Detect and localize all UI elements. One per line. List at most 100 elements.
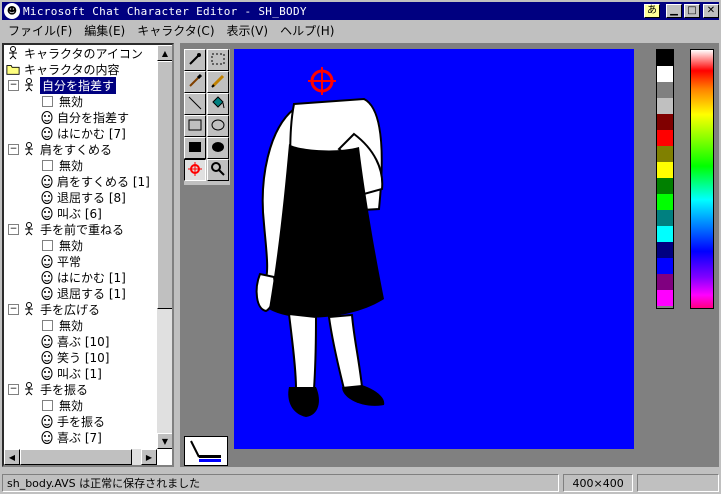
palette-swatch[interactable] — [657, 98, 673, 114]
collapse-icon[interactable]: − — [8, 303, 19, 315]
brush-icon — [187, 73, 203, 92]
body-figure-icon — [22, 302, 36, 316]
scroll-down-button[interactable]: ▼ — [157, 433, 172, 449]
palette-swatch[interactable] — [657, 146, 673, 162]
palette-swatch[interactable] — [657, 290, 673, 306]
palette-swatch[interactable] — [657, 194, 673, 210]
collapse-icon[interactable]: − — [8, 143, 19, 155]
tree-node[interactable]: 自分を指差す — [40, 109, 129, 125]
chat-face-icon[interactable]: ☻ — [4, 3, 20, 19]
tree-node[interactable]: キャラクタのアイコン — [6, 45, 143, 61]
scroll-up-button[interactable]: ▲ — [157, 45, 172, 61]
tree-node[interactable]: 退屈する [8] — [40, 189, 126, 205]
line-icon — [187, 95, 203, 114]
color-palette[interactable] — [656, 49, 674, 309]
tree-node[interactable]: 無効 — [40, 397, 83, 413]
tree-node[interactable]: はにかむ [7] — [40, 125, 126, 141]
line-tool[interactable] — [184, 93, 206, 115]
tree-node[interactable]: 退屈する [1] — [40, 285, 126, 301]
palette-swatch[interactable] — [657, 130, 673, 146]
drawing-canvas[interactable] — [234, 49, 634, 449]
scroll-left-button[interactable]: ◀ — [4, 449, 20, 465]
collapse-icon[interactable]: − — [8, 223, 19, 235]
checkbox-icon[interactable] — [42, 95, 53, 107]
palette-swatch[interactable] — [657, 178, 673, 194]
tree-node[interactable]: 無効 — [40, 157, 83, 173]
rect-tool[interactable] — [184, 115, 206, 137]
character-tree[interactable]: キャラクタのアイコン キャラクタの内容 − 自分を指差す 無効 自分を指差す はにかむ [7… — [2, 43, 174, 467]
tree-node[interactable]: 喜ぶ [7] — [40, 429, 102, 445]
tree-node[interactable]: はにかむ [1] — [40, 269, 126, 285]
face-icon — [40, 334, 53, 348]
collapse-icon[interactable]: − — [8, 383, 19, 395]
scroll-right-button[interactable]: ▶ — [141, 449, 157, 465]
vertical-scroll-thumb[interactable] — [157, 61, 172, 309]
tree-node[interactable]: 叫ぶ [6] — [40, 205, 102, 221]
horizontal-scroll-thumb[interactable] — [20, 449, 132, 465]
tree-node[interactable]: 無効 — [40, 93, 83, 109]
tree-node[interactable]: キャラクタの内容 — [6, 61, 120, 77]
collapse-icon[interactable]: − — [8, 79, 19, 91]
palette-swatch[interactable] — [657, 162, 673, 178]
checkbox-icon[interactable] — [42, 399, 53, 411]
palette-swatch[interactable] — [657, 66, 673, 82]
brush-tool[interactable] — [184, 71, 206, 93]
gradient-palette[interactable] — [690, 49, 714, 309]
zoom-tool[interactable] — [207, 159, 229, 181]
checkbox-icon[interactable] — [42, 159, 53, 171]
checkbox-icon[interactable] — [42, 319, 53, 331]
title-bar[interactable]: ☻ Microsoft Chat Character Editor - SH_B… — [2, 2, 719, 20]
tree-node[interactable]: − 手を前で重ねる — [8, 221, 124, 237]
tree-node[interactable]: 無効 — [40, 317, 83, 333]
face-icon — [40, 430, 53, 444]
palette-swatch[interactable] — [657, 226, 673, 242]
face-target-tool[interactable] — [184, 159, 206, 181]
select-rect-tool[interactable] — [207, 49, 229, 71]
color-preview[interactable] — [184, 436, 228, 466]
tree-node[interactable]: − 手を広げる — [8, 301, 100, 317]
tree-node[interactable]: − 肩をすくめる — [8, 141, 112, 157]
tree-node[interactable]: 喜ぶ [10] — [40, 333, 109, 349]
palette-swatch[interactable] — [657, 50, 673, 66]
tree-node-label: 退屈する [1] — [57, 286, 126, 301]
palette-swatch[interactable] — [657, 242, 673, 258]
face-icon — [40, 190, 53, 204]
window-title: Microsoft Chat Character Editor - SH_BOD… — [23, 4, 307, 18]
maximize-button[interactable]: □ — [684, 4, 700, 18]
filled-rect-tool[interactable] — [184, 137, 206, 159]
tree-node[interactable]: − 自分を指差す — [8, 76, 117, 94]
palette-swatch[interactable] — [657, 274, 673, 290]
fill-tool[interactable] — [207, 93, 229, 115]
close-button[interactable]: ✕ — [703, 4, 719, 18]
tree-node-label: 無効 — [59, 94, 84, 109]
tree-node-label: 自分を指差す — [40, 76, 117, 94]
tree-node[interactable]: 叫ぶ [1] — [40, 365, 102, 381]
ime-indicator[interactable]: あ — [644, 4, 660, 18]
pencil-tool[interactable] — [207, 71, 229, 93]
menu-help[interactable]: ヘルプ(H) — [274, 22, 340, 39]
palette-swatch[interactable] — [657, 210, 673, 226]
minimize-button[interactable]: ▁ — [666, 4, 682, 18]
eyedropper-tool[interactable] — [184, 49, 206, 71]
menu-view[interactable]: 表示(V) — [221, 22, 275, 39]
tree-horizontal-scrollbar[interactable]: ◀ ▶ — [4, 449, 157, 465]
filled-ellipse-tool[interactable] — [207, 137, 229, 159]
menu-character[interactable]: キャラクタ(C) — [131, 22, 220, 39]
ellipse-tool[interactable] — [207, 115, 229, 137]
menu-file[interactable]: ファイル(F) — [2, 22, 78, 39]
tree-node[interactable]: 肩をすくめる [1] — [40, 173, 150, 189]
tree-node[interactable]: 無効 — [40, 237, 83, 253]
palette-swatch[interactable] — [657, 82, 673, 98]
body-figure-icon — [22, 78, 36, 92]
face-icon — [40, 174, 53, 188]
palette-swatch[interactable] — [657, 258, 673, 274]
tree-node[interactable]: 笑う [10] — [40, 349, 109, 365]
tree-node[interactable]: 手を振る — [40, 413, 105, 429]
palette-swatch[interactable] — [657, 114, 673, 130]
folder-icon — [6, 62, 20, 76]
menu-edit[interactable]: 編集(E) — [78, 22, 131, 39]
tree-node[interactable]: 平常 — [40, 253, 81, 269]
checkbox-icon[interactable] — [42, 239, 53, 251]
tree-node[interactable]: − 手を振る — [8, 381, 88, 397]
tree-vertical-scrollbar[interactable]: ▲ ▼ — [157, 45, 172, 449]
